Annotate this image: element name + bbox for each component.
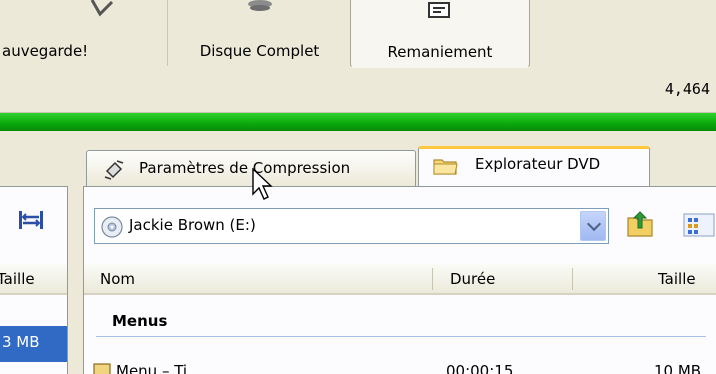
fit-width-icon[interactable] xyxy=(18,209,44,231)
list-item[interactable]: Menu – Ti… 00:00:15 10 MB xyxy=(84,358,716,374)
left-size-column-header[interactable]: Taille xyxy=(0,270,35,288)
full-disc-button[interactable]: Disque Complet xyxy=(168,0,352,66)
chevron-down-icon[interactable] xyxy=(580,211,606,241)
mouse-cursor-icon xyxy=(252,168,273,200)
status-bar xyxy=(0,68,716,113)
dvd-disc-icon xyxy=(101,216,123,238)
column-header-size[interactable]: Taille xyxy=(658,270,696,288)
file-list-header: Nom Durée Taille xyxy=(84,264,716,295)
left-pane-selected-row[interactable]: 3 MB xyxy=(0,326,67,362)
column-header-duration[interactable]: Durée xyxy=(450,270,495,288)
drive-selector-value: Jackie Brown (E:) xyxy=(129,216,256,234)
size-readout: 4,464 xyxy=(664,80,710,98)
group-divider xyxy=(96,336,706,337)
column-divider[interactable] xyxy=(572,268,573,290)
backup-button[interactable]: auvegarde! xyxy=(0,0,168,66)
drive-selector[interactable]: Jackie Brown (E:) xyxy=(94,208,609,244)
folder-icon xyxy=(433,159,458,175)
left-pane-header: Taille xyxy=(0,264,67,295)
menu-item-icon xyxy=(93,363,111,374)
up-folder-icon[interactable] xyxy=(626,208,654,238)
remaster-icon xyxy=(428,2,450,18)
remaster-button[interactable]: Remaniement xyxy=(350,0,530,68)
disc-usage-progress-bar xyxy=(0,113,716,132)
column-divider[interactable] xyxy=(432,268,433,290)
backup-icon xyxy=(90,0,114,17)
tab-dvd-explorer[interactable]: Explorateur DVD xyxy=(418,146,650,187)
compression-icon xyxy=(104,160,124,180)
view-options-icon[interactable] xyxy=(682,212,716,238)
group-header-menus[interactable]: Menus xyxy=(112,312,167,330)
tab-compression-settings[interactable]: Paramètres de Compression xyxy=(86,150,416,186)
column-header-name[interactable]: Nom xyxy=(100,270,135,288)
disc-stack-icon xyxy=(248,0,272,11)
